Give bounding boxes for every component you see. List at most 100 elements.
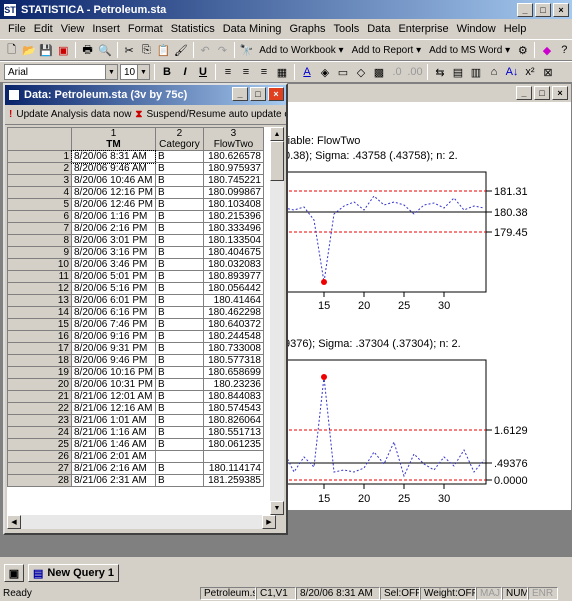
row-number[interactable]: 7 [7,222,72,235]
data-minimize-button[interactable]: _ [232,87,248,101]
row-number[interactable]: 27 [7,462,72,475]
cell-tm[interactable]: 8/21/06 2:01 AM [71,450,156,463]
row-number[interactable]: 1 [7,150,72,163]
horizontal-scrollbar[interactable]: ◀ ▶ [7,515,276,529]
graph-minimize-button[interactable]: _ [516,86,532,100]
zoom-icon[interactable]: ⊠ [540,64,556,80]
cell-tm[interactable]: 8/20/06 9:46 AM [71,162,156,175]
cell-category[interactable]: B [154,438,204,451]
cell-category[interactable]: B [154,354,204,367]
new-icon[interactable]: 🗋 [4,42,19,58]
row-number[interactable]: 20 [7,378,72,391]
cell-category[interactable]: B [154,234,204,247]
cell-flowtwo[interactable]: 180.658699 [202,366,264,379]
update-analysis-button[interactable]: Update Analysis data now [16,109,131,120]
cell-tm[interactable]: 8/20/06 9:16 PM [71,330,156,343]
cell-category[interactable]: B [154,174,204,187]
menu-file[interactable]: File [4,23,30,35]
cell-category[interactable]: B [154,210,204,223]
bold-icon[interactable]: B [159,64,175,80]
add-to-msword-button[interactable]: Add to MS Word ▾ [426,45,513,56]
cell-category[interactable]: B [154,330,204,343]
row-number[interactable]: 13 [7,294,72,307]
cell-flowtwo[interactable]: 180.404675 [202,246,264,259]
menu-window[interactable]: Window [453,23,500,35]
menu-graphs[interactable]: Graphs [285,23,329,35]
cell-flowtwo[interactable] [202,450,264,463]
data-window[interactable]: Data: Petroleum.sta (3v by 75c) _ □ × ! … [3,83,288,535]
row-number[interactable]: 26 [7,450,72,463]
cell-category[interactable]: B [154,366,204,379]
row-number[interactable]: 21 [7,390,72,403]
menu-format[interactable]: Format [124,23,167,35]
row-number[interactable]: 16 [7,330,72,343]
row-number[interactable]: 10 [7,258,72,271]
graph-window[interactable]: _ □ × riable: FlowTwo 0.38); Sigma: .437… [275,83,572,511]
border-icon[interactable]: ▭ [335,64,351,80]
row-number[interactable]: 23 [7,414,72,427]
cell-tm[interactable]: 8/20/06 10:31 PM [71,378,156,391]
suspend-resume-button[interactable]: Suspend/Resume auto update of Analy [146,109,286,120]
table-row[interactable]: 4 8/20/06 12:16 PM B 180.099867 [7,186,264,199]
table-row[interactable]: 25 8/21/06 1:46 AM B 180.061235 [7,438,264,451]
corner-cell[interactable] [7,127,72,151]
cell-tm[interactable]: 8/20/06 1:16 PM [71,210,156,223]
pdf-icon[interactable]: ▣ [56,42,71,58]
save-icon[interactable]: 💾 [39,42,54,58]
cell-tm[interactable]: 8/21/06 12:16 AM [71,402,156,415]
table-row[interactable]: 19 8/20/06 10:16 PM B 180.658699 [7,366,264,379]
new-query-tab[interactable]: ▤ New Query 1 [28,564,120,582]
maximize-button[interactable]: □ [535,3,551,17]
table-row[interactable]: 2 8/20/06 9:46 AM B 180.975937 [7,162,264,175]
cell-flowtwo[interactable]: 180.114174 [202,462,264,475]
font-name-combo[interactable]: Arial ▼ [4,64,118,80]
cell-category[interactable]: B [154,378,204,391]
close-button[interactable]: × [553,3,569,17]
print-preview-icon[interactable]: 🔍 [97,42,112,58]
scroll-right-button[interactable]: ▶ [262,515,276,529]
cell-flowtwo[interactable]: 180.133504 [202,234,264,247]
cell-tm[interactable]: 8/20/06 12:46 PM [71,198,156,211]
row-number[interactable]: 22 [7,402,72,415]
row-number[interactable]: 28 [7,474,72,487]
cell-flowtwo[interactable]: 180.745221 [202,174,264,187]
cell-tm[interactable]: 8/20/06 8:31 AM [70,149,157,164]
table-row[interactable]: 28 8/21/06 2:31 AM B 181.259385 [7,474,264,487]
cut-icon[interactable]: ✂ [122,42,137,58]
options-icon[interactable]: ⚙ [515,42,530,58]
cell-flowtwo[interactable]: 180.574543 [202,402,264,415]
cell-flowtwo[interactable]: 180.099867 [202,186,264,199]
cell-flowtwo[interactable]: 180.061235 [202,438,264,451]
row-number[interactable]: 12 [7,282,72,295]
copy-icon[interactable]: ⎘ [139,42,154,58]
cell-flowtwo[interactable]: 180.577318 [202,354,264,367]
cell-flowtwo[interactable]: 180.032083 [202,258,264,271]
cell-flowtwo[interactable]: 180.826064 [202,414,264,427]
cases-icon[interactable]: ⇆ [432,64,448,80]
cell-flowtwo[interactable]: 180.733008 [202,342,264,355]
cell-tm[interactable]: 8/20/06 6:01 PM [71,294,156,307]
underline-icon[interactable]: U [195,64,211,80]
decimal2-icon[interactable]: .00 [407,64,423,80]
cell-tm[interactable]: 8/21/06 1:16 AM [71,426,156,439]
table-row[interactable]: 8 8/20/06 3:01 PM B 180.133504 [7,234,264,247]
cell-tm[interactable]: 8/21/06 12:01 AM [71,390,156,403]
menu-tools[interactable]: Tools [330,23,364,35]
menu-statistics[interactable]: Statistics [167,23,219,35]
cell-category[interactable] [154,450,204,463]
open-icon[interactable]: 📂 [21,42,36,58]
data-window-titlebar[interactable]: Data: Petroleum.sta (3v by 75c) _ □ × [5,85,286,105]
table-row[interactable]: 15 8/20/06 7:46 PM B 180.640372 [7,318,264,331]
table-row[interactable]: 16 8/20/06 9:16 PM B 180.244548 [7,330,264,343]
align-right-icon[interactable]: ≡ [256,64,272,80]
find-icon[interactable]: 🔭 [239,42,254,58]
table-row[interactable]: 26 8/21/06 2:01 AM [7,450,264,463]
font-size-combo[interactable]: 10 ▼ [120,64,150,80]
help-icon[interactable]: ? [557,42,572,58]
cell-tm[interactable]: 8/20/06 9:31 PM [71,342,156,355]
cell-tm[interactable]: 8/20/06 3:01 PM [71,234,156,247]
row-number[interactable]: 25 [7,438,72,451]
scroll-thumb[interactable] [270,141,284,181]
cell-flowtwo[interactable]: 180.215396 [202,210,264,223]
scroll-down-button[interactable]: ▼ [270,501,284,515]
